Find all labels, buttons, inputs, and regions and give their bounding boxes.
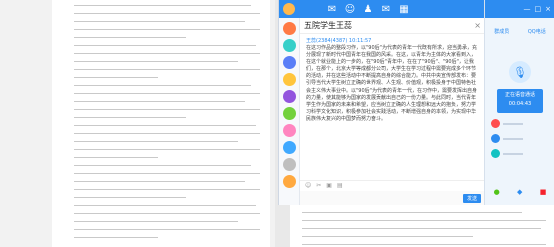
conversation-avatar[interactable] (282, 90, 296, 103)
conversation-panel: 五院学生王蕊 × 王蕊(2384(4387) 10:11:57 在这习作品的整段… (300, 18, 485, 205)
maximize-icon[interactable]: □ (535, 5, 542, 13)
side-tabs: 群成员 QQ电话 (485, 28, 554, 35)
text-line (74, 205, 257, 206)
text-line (74, 69, 260, 70)
send-bar: 发送 (300, 191, 485, 205)
text-line (74, 61, 238, 62)
text-line (74, 229, 260, 230)
text-line (74, 29, 260, 30)
text-line (74, 101, 246, 102)
image-icon[interactable]: ▤ (337, 182, 343, 189)
side-window-controls: — □ × (485, 0, 554, 18)
text-line (74, 237, 158, 238)
mic-toggle-icon[interactable]: ● (494, 188, 500, 196)
text-line (74, 149, 260, 150)
text-line (74, 45, 257, 46)
conversation-avatar[interactable] (282, 107, 296, 120)
text-line (74, 189, 260, 190)
text-line (74, 5, 251, 6)
emoji-icon[interactable]: ☺ (305, 182, 311, 189)
mail-icon[interactable]: ✉ (377, 0, 395, 18)
conversation-avatar[interactable] (282, 22, 296, 35)
text-line (74, 85, 251, 86)
text-line (302, 228, 542, 229)
text-line (302, 220, 546, 221)
chat-topbar: ✉ ☺ ♟ ✉ ▦ (279, 0, 485, 18)
send-button[interactable]: 发送 (462, 193, 481, 203)
conversation-avatar[interactable] (282, 56, 296, 69)
participant-row (491, 134, 554, 143)
apps-icon[interactable]: ▦ (395, 0, 413, 18)
tab-members[interactable]: 群成员 (494, 28, 509, 35)
call-controls: ● ◆ ■ (485, 178, 554, 205)
text-line (74, 197, 186, 198)
text-line (302, 236, 473, 237)
contacts-icon[interactable]: ☺ (341, 0, 359, 18)
voice-duration: 00:04:43 (508, 101, 532, 107)
close-icon[interactable]: × (474, 18, 481, 33)
conversation-avatar[interactable] (282, 39, 296, 52)
conversation-avatar[interactable] (282, 141, 296, 154)
chat-window: ✉ ☺ ♟ ✉ ▦ 五院学生王蕊 × 王蕊(2384(4387) 10:11:5… (278, 0, 485, 205)
close-window-icon[interactable]: × (545, 5, 551, 13)
minimize-icon[interactable]: — (524, 5, 531, 13)
text-line (74, 181, 246, 182)
hangup-icon[interactable]: ■ (540, 188, 547, 196)
participant-name-placeholder (503, 152, 523, 155)
message-text: 在这习作品的整段习作，以"90后"为代表的青年一代既有所求，迎当勇承，充分展现了… (306, 45, 477, 122)
text-line (74, 213, 260, 214)
conversation-title-bar: 五院学生王蕊 × (300, 18, 485, 34)
chat-icon[interactable]: ✉ (323, 0, 341, 18)
tab-qq-call[interactable]: QQ电话 (528, 28, 546, 35)
text-line (74, 133, 260, 134)
user-avatar[interactable] (283, 3, 295, 15)
conversation-title: 五院学生王蕊 (304, 21, 352, 30)
text-line (74, 53, 260, 54)
folder-icon[interactable]: ▣ (326, 182, 332, 189)
conversation-list (279, 18, 300, 205)
participant-avatar (491, 149, 500, 158)
conversation-avatar[interactable] (282, 73, 296, 86)
voice-status-label: 正在语音通话 (504, 92, 535, 98)
scissors-icon[interactable]: ✂ (316, 182, 321, 189)
call-side-panel: — □ × 群成员 QQ电话 🎙 正在语音通话 00:04:43 ● ◆ ■ (484, 0, 554, 205)
participant-avatar (491, 134, 500, 143)
participant-name-placeholder (503, 137, 523, 140)
text-line (74, 157, 158, 158)
text-line (74, 141, 238, 142)
text-line (74, 77, 158, 78)
voice-status: 正在语音通话 00:04:43 (497, 89, 543, 113)
document-left-pane (0, 0, 275, 247)
text-line (74, 125, 257, 126)
input-toolbar: ☺ ✂ ▣ ▤ (300, 180, 485, 190)
participant-row (491, 119, 554, 128)
text-line (74, 93, 260, 94)
text-line (74, 221, 238, 222)
conversation-avatar[interactable] (282, 158, 296, 171)
microphone-icon[interactable]: 🎙 (509, 61, 531, 83)
text-line (74, 165, 251, 166)
participant-avatar (491, 119, 500, 128)
document-page-left (52, 0, 270, 247)
text-line (302, 212, 522, 213)
participant-row (491, 149, 554, 158)
conversation-avatar[interactable] (282, 124, 296, 137)
speaker-icon[interactable]: ◆ (517, 188, 522, 196)
document-text-block (52, 0, 270, 238)
message-meta: 王蕊(2384(4387) 10:11:57 (306, 38, 372, 44)
text-line (74, 13, 260, 14)
text-line (74, 117, 186, 118)
text-line (74, 173, 260, 174)
text-line (74, 21, 246, 22)
conversation-avatar[interactable] (282, 175, 296, 188)
group-icon[interactable]: ♟ (359, 0, 377, 18)
text-line (74, 37, 186, 38)
participant-name-placeholder (503, 122, 523, 125)
text-line (302, 244, 546, 245)
text-line (74, 109, 260, 110)
